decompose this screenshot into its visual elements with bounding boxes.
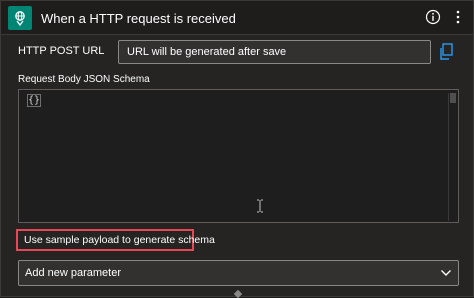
- http-post-url-label: HTTP POST URL: [18, 45, 105, 57]
- add-new-parameter-label: Add new parameter: [25, 267, 121, 279]
- add-new-parameter-dropdown[interactable]: Add new parameter: [18, 260, 459, 286]
- schema-content: {}: [27, 94, 41, 107]
- more-options-icon[interactable]: [451, 9, 465, 25]
- editor-scrollbar[interactable]: [448, 93, 456, 221]
- use-sample-payload-link[interactable]: Use sample payload to generate schema: [16, 229, 215, 251]
- scrollbar-thumb[interactable]: [450, 93, 456, 103]
- card-title: When a HTTP request is received: [41, 11, 236, 26]
- http-request-icon: [8, 6, 32, 30]
- http-post-url-field[interactable]: URL will be generated after save: [118, 40, 431, 64]
- text-cursor-icon: [256, 199, 264, 213]
- info-icon[interactable]: [425, 9, 441, 25]
- chevron-down-icon: [440, 267, 452, 279]
- http-trigger-card: When a HTTP request is received HTTP POS…: [0, 0, 474, 298]
- json-schema-editor[interactable]: {}: [18, 89, 459, 223]
- copy-icon[interactable]: [438, 43, 454, 61]
- schema-label: Request Body JSON Schema: [18, 74, 150, 85]
- card-header[interactable]: When a HTTP request is received: [1, 1, 473, 35]
